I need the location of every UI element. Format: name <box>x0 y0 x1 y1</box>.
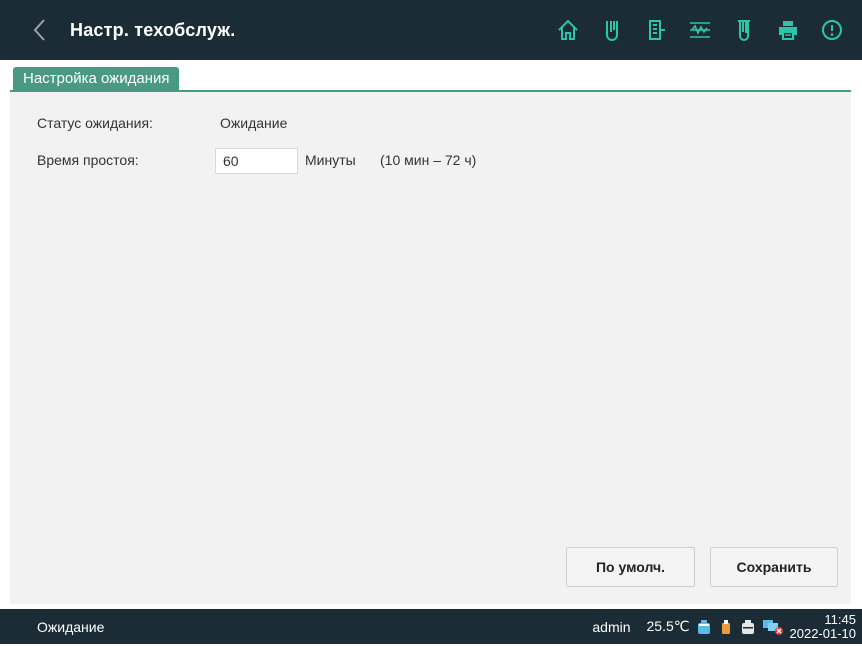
tab-standby-settings[interactable]: Настройка ожидания <box>13 67 180 90</box>
page-title: Настр. техобслуж. <box>70 20 236 40</box>
alert-circle-icon <box>822 20 842 40</box>
home-icon <box>558 19 578 40</box>
reagent-white-icon[interactable] <box>740 619 756 635</box>
chevron-left-icon <box>33 19 45 41</box>
home-button[interactable] <box>546 10 590 50</box>
idle-time-unit: Минуты <box>305 152 356 168</box>
temperature: 25.5℃ <box>646 618 690 634</box>
back-button[interactable] <box>24 14 56 46</box>
exit-door-icon <box>649 20 665 40</box>
print-button[interactable] <box>766 10 810 50</box>
clock-time: 11:45 <box>824 611 856 627</box>
alert-button[interactable] <box>810 10 854 50</box>
standby-status-value: Ожидание <box>220 115 288 131</box>
idle-time-label: Время простоя: <box>37 152 139 168</box>
reagent-orange-icon[interactable] <box>718 619 734 635</box>
status-bar-right: admin 25.5℃ 11:45 2022-01-10 <box>592 609 856 644</box>
tube-dropper-button[interactable] <box>722 10 766 50</box>
clock-date: 2022-01-10 <box>789 625 857 641</box>
waveform-button[interactable] <box>678 10 722 50</box>
tube-dropper-icon <box>738 20 750 41</box>
network-disconnected-icon[interactable] <box>762 618 784 636</box>
default-button[interactable]: По умолч. <box>566 547 695 587</box>
idle-time-range: (10 мин – 72 ч) <box>380 152 477 168</box>
clock: 11:45 2022-01-10 <box>789 611 857 641</box>
current-user: admin <box>592 618 631 635</box>
reagent-blue-icon[interactable] <box>696 619 712 635</box>
idle-time-input[interactable] <box>215 148 298 174</box>
standby-status-label: Статус ожидания: <box>37 115 153 131</box>
title-bar: Настр. техобслуж. <box>0 0 862 60</box>
test-tube-icon <box>606 21 618 41</box>
printer-icon <box>779 21 797 40</box>
toolbar <box>546 10 854 50</box>
waveform-icon <box>690 22 710 38</box>
exit-button[interactable] <box>634 10 678 50</box>
status-bar: Ожидание admin 25.5℃ 11:45 2022-01-10 <box>0 609 862 644</box>
save-button[interactable]: Сохранить <box>710 547 838 587</box>
system-status: Ожидание <box>37 619 105 635</box>
test-tube-button[interactable] <box>590 10 634 50</box>
